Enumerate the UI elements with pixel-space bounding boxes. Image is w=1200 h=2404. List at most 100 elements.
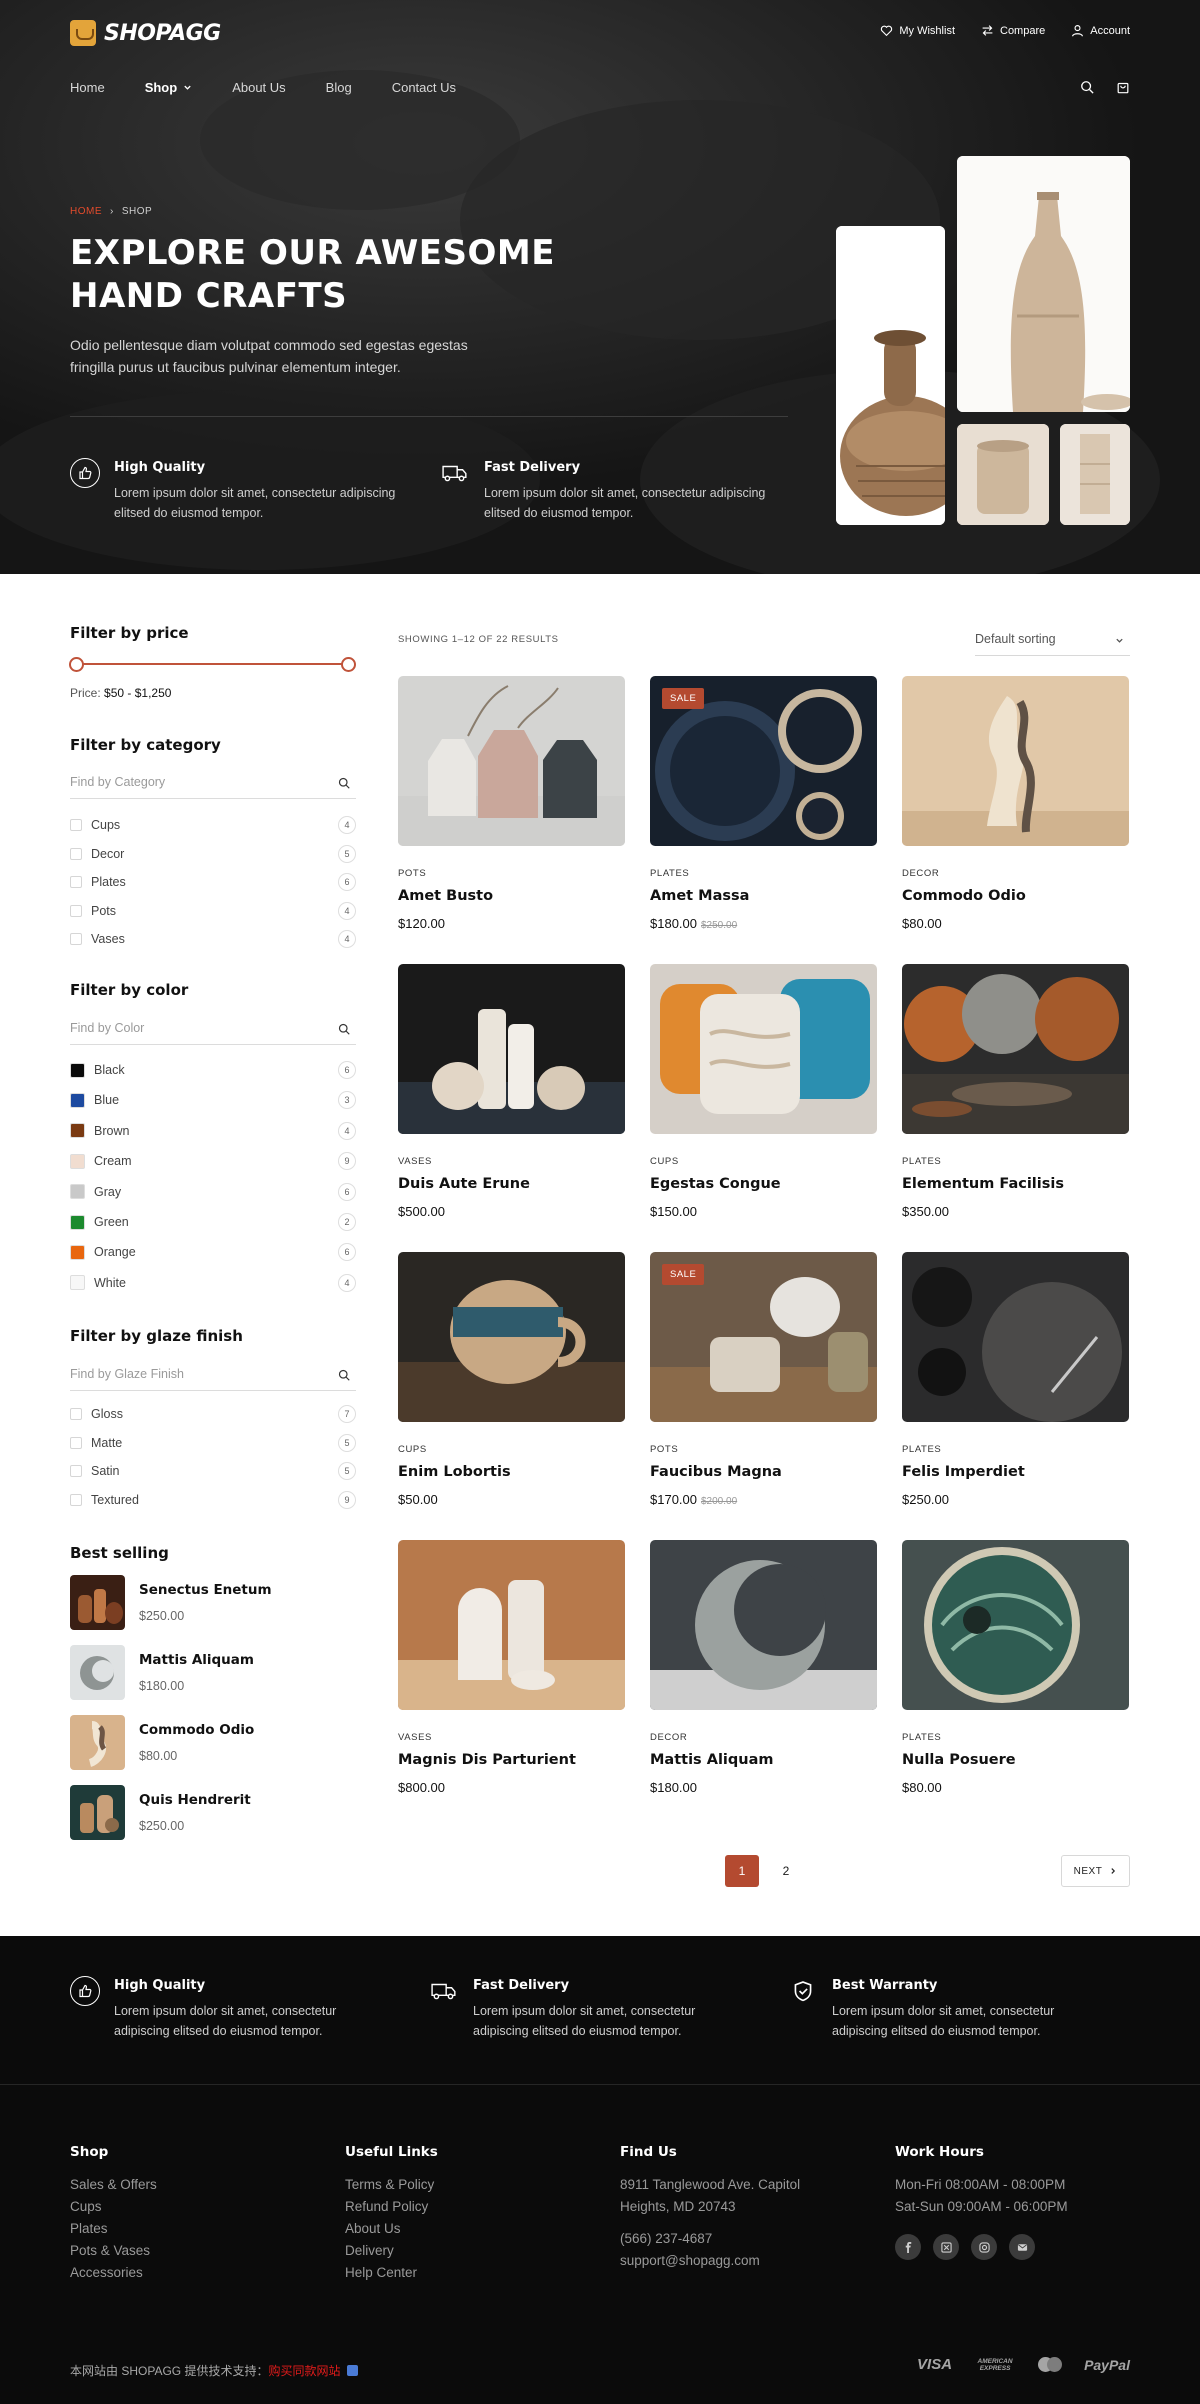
checkbox[interactable] [70,847,82,860]
footer-link[interactable]: Cups [70,2196,157,2218]
glaze-search-input[interactable]: Find by Glaze Finish [70,1361,356,1391]
product-category[interactable]: CUPS [398,1444,427,1455]
price-range-track[interactable] [76,663,348,665]
email-icon[interactable] [1009,2234,1035,2260]
search-icon[interactable] [338,1023,350,1035]
filter-option[interactable]: Cups 4 [70,815,356,835]
checkbox[interactable] [70,1465,82,1477]
filter-option[interactable]: Textured 9 [70,1490,356,1510]
checkbox[interactable] [70,933,82,945]
footer-link[interactable]: Plates [70,2218,157,2240]
footer-link[interactable]: Accessories [70,2262,157,2284]
nav-contact[interactable]: Contact Us [392,80,456,95]
product-category[interactable]: PLATES [650,868,689,879]
product-name[interactable]: Mattis Aliquam [650,1752,773,1768]
search-icon[interactable] [338,777,350,789]
product-category[interactable]: PLATES [902,1444,941,1455]
breadcrumb-home[interactable]: HOME [70,206,102,217]
filter-option[interactable]: Blue 3 [70,1090,356,1110]
filter-option[interactable]: Cream 9 [70,1151,356,1171]
product-category[interactable]: POTS [398,868,426,879]
product-image[interactable] [398,1540,625,1710]
brand-logo[interactable]: SHOPAGG [70,20,221,46]
best-selling-name[interactable]: Quis Hendrerit [139,1792,251,1808]
product-image[interactable] [398,964,625,1134]
best-selling-name[interactable]: Mattis Aliquam [139,1652,254,1668]
filter-option[interactable]: Green 2 [70,1212,356,1232]
search-icon[interactable] [338,1369,350,1381]
best-selling-item[interactable]: Mattis Aliquam $180.00 [70,1644,356,1700]
best-selling-thumbnail[interactable] [70,1714,125,1770]
product-image[interactable]: SALE [650,676,877,846]
pagination-page-2[interactable]: 2 [769,1855,803,1887]
footer-link[interactable]: Terms & Policy [345,2174,438,2196]
checkbox[interactable] [70,904,82,917]
copyright-link[interactable]: 购买同款网站 [268,2364,340,2378]
best-selling-thumbnail[interactable] [70,1574,125,1630]
product-image[interactable] [902,964,1129,1134]
filter-option[interactable]: Decor 5 [70,844,356,864]
product-name[interactable]: Nulla Posuere [902,1752,1016,1768]
product-name[interactable]: Magnis Dis Parturient [398,1752,576,1768]
product-category[interactable]: VASES [398,1732,432,1743]
product-name[interactable]: Egestas Congue [650,1176,781,1192]
facebook-icon[interactable] [895,2234,921,2260]
product-category[interactable]: VASES [398,1156,432,1167]
checkbox[interactable] [70,1408,82,1420]
product-name[interactable]: Elementum Facilisis [902,1176,1064,1192]
price-range-max-handle[interactable] [341,657,356,672]
nav-blog[interactable]: Blog [326,80,352,95]
wishlist-link[interactable]: My Wishlist [880,24,955,37]
product-image[interactable] [650,964,877,1134]
product-image[interactable]: SALE [650,1252,877,1422]
filter-option[interactable]: Black 6 [70,1060,356,1080]
footer-phone[interactable]: (566) 237-4687 [620,2228,840,2250]
filter-option[interactable]: Brown 4 [70,1121,356,1141]
instagram-icon[interactable] [971,2234,997,2260]
account-link[interactable]: Account [1071,24,1130,37]
x-twitter-icon[interactable] [933,2234,959,2260]
product-category[interactable]: PLATES [902,1732,941,1743]
best-selling-name[interactable]: Senectus Enetum [139,1582,272,1598]
best-selling-item[interactable]: Commodo Odio $80.00 [70,1714,356,1770]
product-image[interactable] [398,1252,625,1422]
pagination-next-button[interactable]: NEXT [1061,1855,1130,1887]
product-name[interactable]: Amet Busto [398,888,493,904]
filter-option[interactable]: Plates 6 [70,872,356,892]
filter-option[interactable]: Pots 4 [70,901,356,921]
filter-option[interactable]: White 4 [70,1273,356,1293]
price-range-min-handle[interactable] [69,657,84,672]
nav-about[interactable]: About Us [232,80,285,95]
product-image[interactable] [398,676,625,846]
footer-link[interactable]: Pots & Vases [70,2240,157,2262]
best-selling-item[interactable]: Quis Hendrerit $250.00 [70,1784,356,1840]
cart-icon[interactable] [1116,80,1130,94]
checkbox[interactable] [70,1493,82,1506]
sorting-select[interactable]: Default sorting [975,626,1130,656]
nav-shop[interactable]: Shop [145,80,193,95]
filter-option[interactable]: Satin 5 [70,1461,356,1481]
best-selling-thumbnail[interactable] [70,1644,125,1700]
best-selling-name[interactable]: Commodo Odio [139,1722,254,1738]
category-search-input[interactable]: Find by Category [70,769,356,799]
compare-link[interactable]: Compare [981,24,1045,37]
product-category[interactable]: POTS [650,1444,678,1455]
pagination-page-1[interactable]: 1 [725,1855,759,1887]
search-icon[interactable] [1080,80,1094,94]
filter-option[interactable]: Matte 5 [70,1433,356,1453]
product-image[interactable] [650,1540,877,1710]
nav-home[interactable]: Home [70,80,105,95]
product-name[interactable]: Duis Aute Erune [398,1176,530,1192]
product-name[interactable]: Enim Lobortis [398,1464,511,1480]
footer-link[interactable]: About Us [345,2218,438,2240]
checkbox[interactable] [70,876,82,888]
product-category[interactable]: DECOR [650,1732,687,1743]
product-category[interactable]: PLATES [902,1156,941,1167]
product-category[interactable]: DECOR [902,868,939,879]
product-name[interactable]: Amet Massa [650,888,749,904]
product-image[interactable] [902,1540,1129,1710]
product-image[interactable] [902,676,1129,846]
product-category[interactable]: CUPS [650,1156,679,1167]
product-name[interactable]: Felis Imperdiet [902,1464,1025,1480]
product-name[interactable]: Faucibus Magna [650,1464,782,1480]
